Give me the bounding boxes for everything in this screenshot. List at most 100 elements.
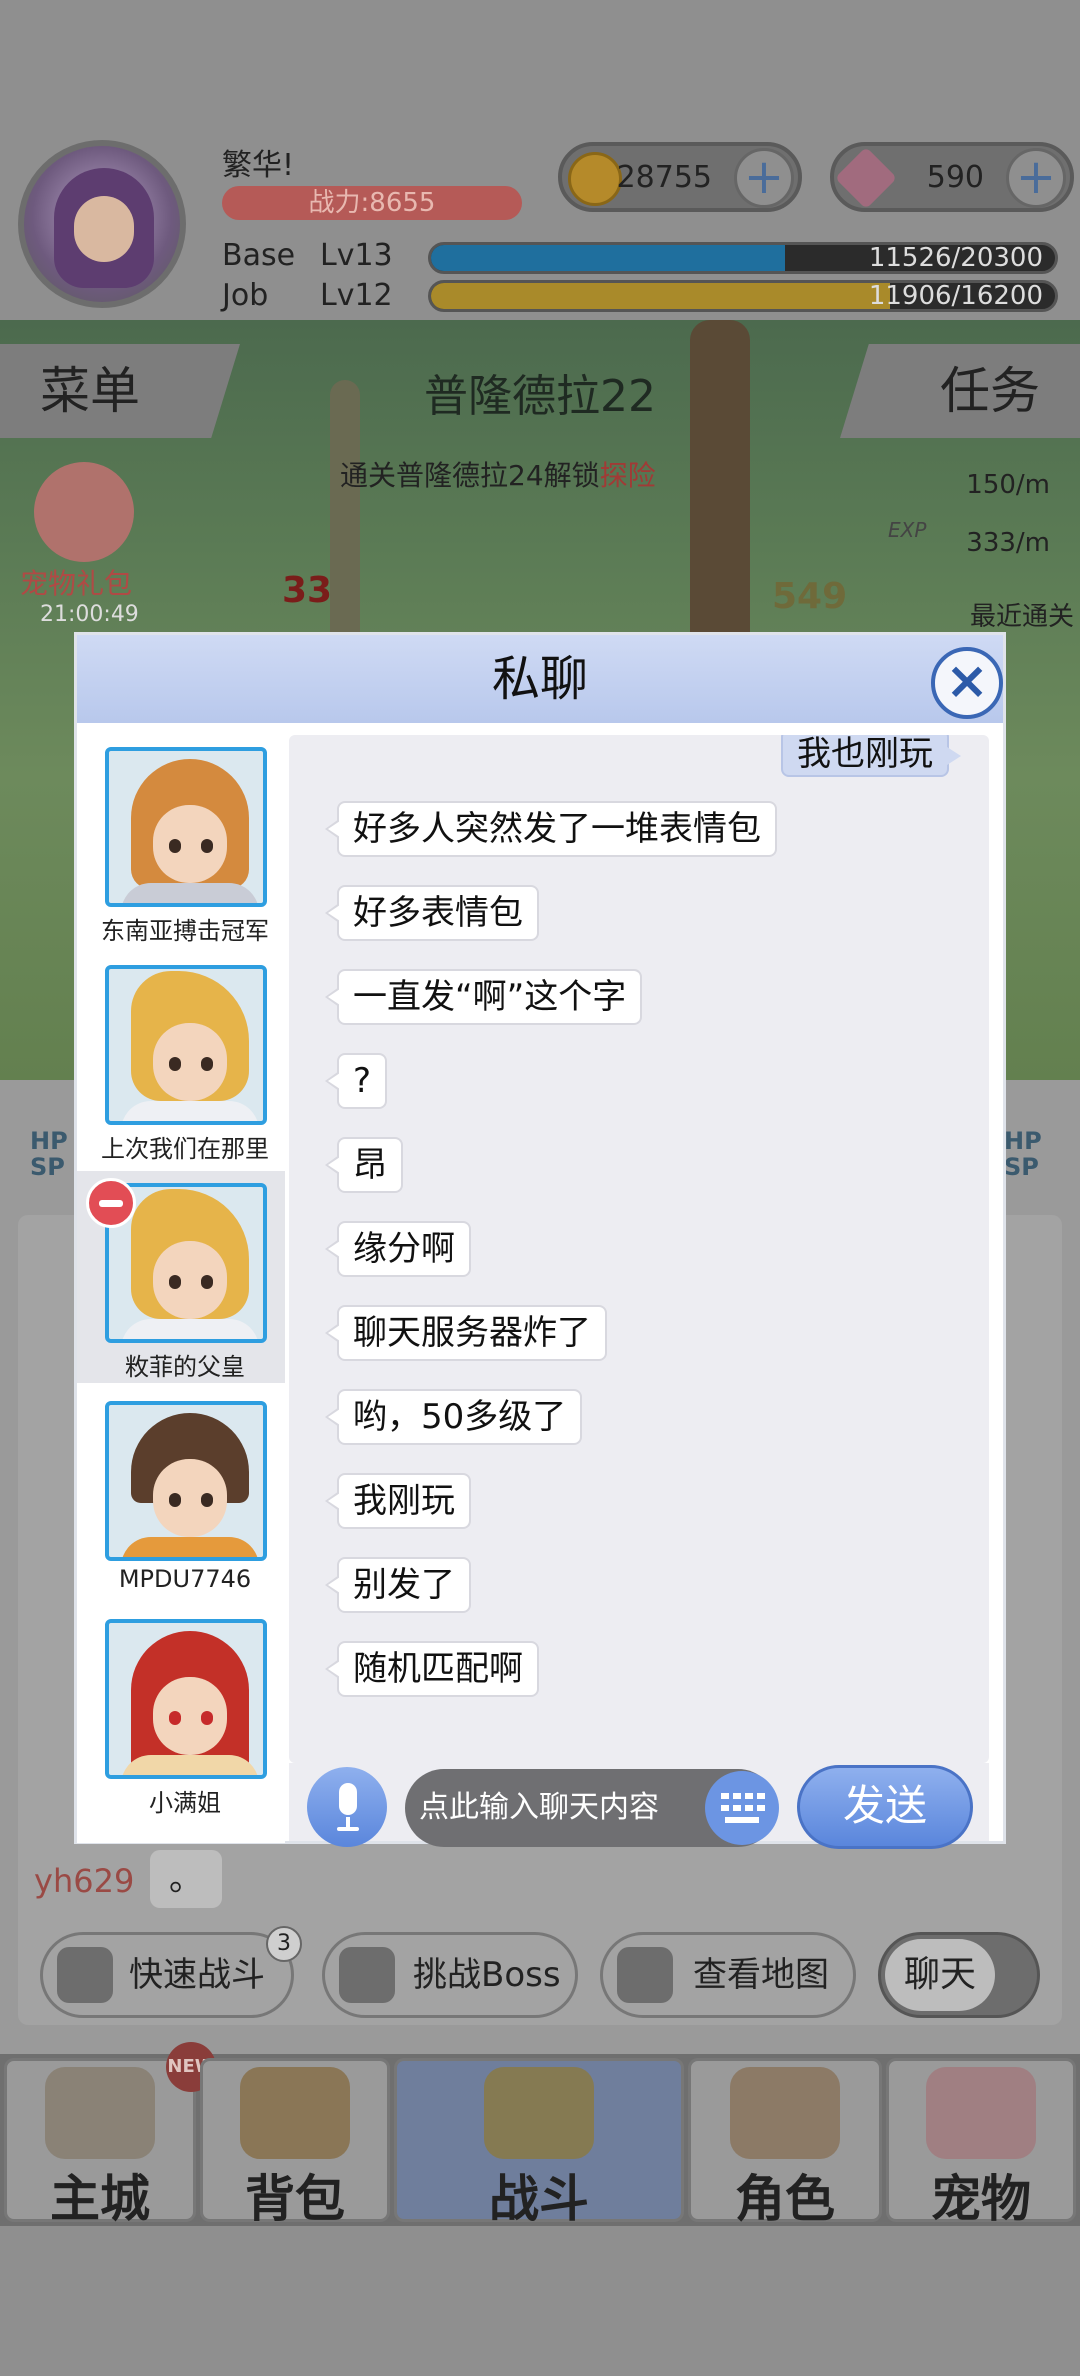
player-name: 繁华! <box>222 148 295 183</box>
tab-battle[interactable]: 战斗 <box>394 2058 684 2228</box>
pet-gift-button[interactable]: 宠物礼包 21:00:49 <box>20 462 150 627</box>
unlock-hint-text: 通关普隆德拉24解锁 <box>340 459 600 492</box>
dialog-header: 私聊 × <box>77 635 1003 723</box>
quick-battle-count: 3 <box>266 1926 302 1962</box>
received-message: 一直发“啊”这个字 <box>324 969 643 1025</box>
sp-label: SP <box>30 1153 65 1181</box>
unlock-hint: 通关普隆德拉24解锁探险 <box>340 454 656 494</box>
received-message: 聊天服务器炸了 <box>325 1305 607 1361</box>
keyboard-button[interactable] <box>705 1771 779 1845</box>
hp-sp-indicator-right: HP SP <box>1004 1128 1042 1180</box>
damage-number: 549 <box>772 576 848 617</box>
player-avatar[interactable] <box>18 140 186 308</box>
contact-list: 东南亚搏击冠军 上次我们在那里 敉菲的父皇 MPDU7746 小满姐 <box>77 735 285 1843</box>
view-map-label: 查看地图 <box>693 1955 829 1995</box>
unlock-hint-highlight: 探险 <box>599 459 656 492</box>
dialog-title: 私聊 <box>491 651 588 707</box>
challenge-boss-button[interactable]: 挑战Boss <box>322 1932 578 2018</box>
received-message: 好多表情包 <box>325 885 539 941</box>
chat-input-bar: 发送 <box>289 1763 989 1849</box>
job-exp-text: 11906/16200 <box>868 281 1043 311</box>
gem-counter: 590 + <box>830 142 1074 212</box>
pet-gift-label: 宠物礼包 <box>20 567 133 600</box>
contact-item[interactable]: 东南亚搏击冠军 <box>77 735 285 947</box>
contact-item[interactable]: 上次我们在那里 <box>77 953 285 1165</box>
contact-name: MPDU7746 <box>118 1565 252 1593</box>
gold-rate: 150/m <box>966 470 1050 500</box>
received-message: 随机匹配啊 <box>325 1641 539 1697</box>
contact-item[interactable]: 小满姐 <box>77 1607 285 1819</box>
gold-value: 28755 <box>616 160 712 195</box>
quick-battle-button[interactable]: 快速战斗 <box>40 1932 294 2018</box>
quick-battle-icon <box>57 1947 113 2003</box>
received-message: 昂 <box>325 1137 403 1193</box>
base-level: Lv13 <box>320 238 393 273</box>
base-exp-bar: 11526/20300 <box>428 242 1058 274</box>
message-list: 我也刚玩 好多人突然发了一堆表情包 好多表情包 一直发“啊”这个字 ? 昂 缘分… <box>289 735 989 1763</box>
add-gems-button[interactable]: + <box>1006 148 1066 208</box>
job-label: Job <box>222 278 269 313</box>
received-message: 我刚玩 <box>325 1473 471 1529</box>
footer-background <box>0 2225 1080 2376</box>
close-button[interactable]: × <box>931 647 1003 719</box>
contact-name: 东南亚搏击冠军 <box>101 917 269 945</box>
job-level: Lv12 <box>320 278 393 313</box>
exp-tag: EXP <box>888 518 927 542</box>
tab-character[interactable]: 角色 <box>688 2058 882 2228</box>
contact-name: 敉菲的父皇 <box>125 1353 245 1381</box>
pet-gift-icon <box>34 462 134 562</box>
base-label: Base <box>222 238 296 273</box>
gold-coin-icon <box>568 152 622 206</box>
backpack-icon <box>240 2067 350 2159</box>
gem-icon <box>834 146 898 210</box>
damage-number: 33 <box>282 570 333 611</box>
challenge-boss-label: 挑战Boss <box>413 1955 561 1995</box>
send-button[interactable]: 发送 <box>797 1765 973 1849</box>
hp-label: HP <box>1004 1127 1042 1155</box>
add-gold-button[interactable]: + <box>734 148 794 208</box>
received-message: 哟，50多级了 <box>324 1389 583 1445</box>
pet-gift-timer: 21:00:49 <box>40 602 139 627</box>
character-icon <box>730 2067 840 2159</box>
received-message: 别发了 <box>325 1557 471 1613</box>
castle-icon <box>45 2067 155 2159</box>
sp-label: SP <box>1004 1153 1039 1181</box>
contact-name: 上次我们在那里 <box>101 1135 269 1163</box>
hp-sp-indicator-left: HP SP <box>30 1128 68 1180</box>
received-message: ? <box>324 1053 388 1109</box>
contact-avatar <box>105 1619 267 1779</box>
menu-button[interactable]: 菜单 <box>0 344 240 438</box>
contact-name: 小满姐 <box>149 1789 221 1817</box>
tab-label: 角色 <box>735 2170 835 2228</box>
keyboard-icon <box>725 1817 759 1823</box>
contact-avatar <box>105 747 267 907</box>
tab-main-city[interactable]: 主城 <box>4 2058 196 2228</box>
base-exp-text: 11526/20300 <box>868 243 1043 273</box>
chat-toggle[interactable]: 聊天 <box>878 1932 1040 2018</box>
boss-icon <box>339 1947 395 2003</box>
pet-icon <box>926 2067 1036 2159</box>
remove-contact-icon[interactable] <box>86 1178 136 1228</box>
microphone-icon <box>339 1783 357 1815</box>
tab-backpack[interactable]: 背包 <box>200 2058 390 2228</box>
recent-clear-button[interactable]: 最近通关 <box>970 596 1074 633</box>
private-chat-dialog: 私聊 × 东南亚搏击冠军 上次我们在那里 敉菲的父皇 MPDU7746 小满姐 … <box>74 632 1006 1849</box>
hp-label: HP <box>30 1127 68 1155</box>
contact-item[interactable]: MPDU7746 <box>77 1389 285 1601</box>
view-map-button[interactable]: 查看地图 <box>600 1932 856 2018</box>
crossed-swords-icon <box>484 2067 594 2159</box>
task-button[interactable]: 任务 <box>840 344 1080 438</box>
tab-pet[interactable]: 宠物 <box>886 2058 1076 2228</box>
tab-label: 战斗 <box>489 2170 589 2228</box>
world-chat-message: 。 <box>150 1850 222 1908</box>
exp-rate: 333/m <box>966 528 1050 558</box>
chat-toggle-label: 聊天 <box>885 1939 995 2011</box>
tab-label: 主城 <box>50 2170 150 2228</box>
tab-label: 背包 <box>245 2170 345 2228</box>
gem-value: 590 <box>926 160 984 195</box>
tab-label: 宠物 <box>931 2170 1031 2228</box>
combat-power: 战力:8655 <box>222 186 522 220</box>
received-message: 好多人突然发了一堆表情包 <box>325 801 777 857</box>
job-exp-bar: 11906/16200 <box>428 280 1058 312</box>
voice-button[interactable] <box>307 1767 387 1847</box>
